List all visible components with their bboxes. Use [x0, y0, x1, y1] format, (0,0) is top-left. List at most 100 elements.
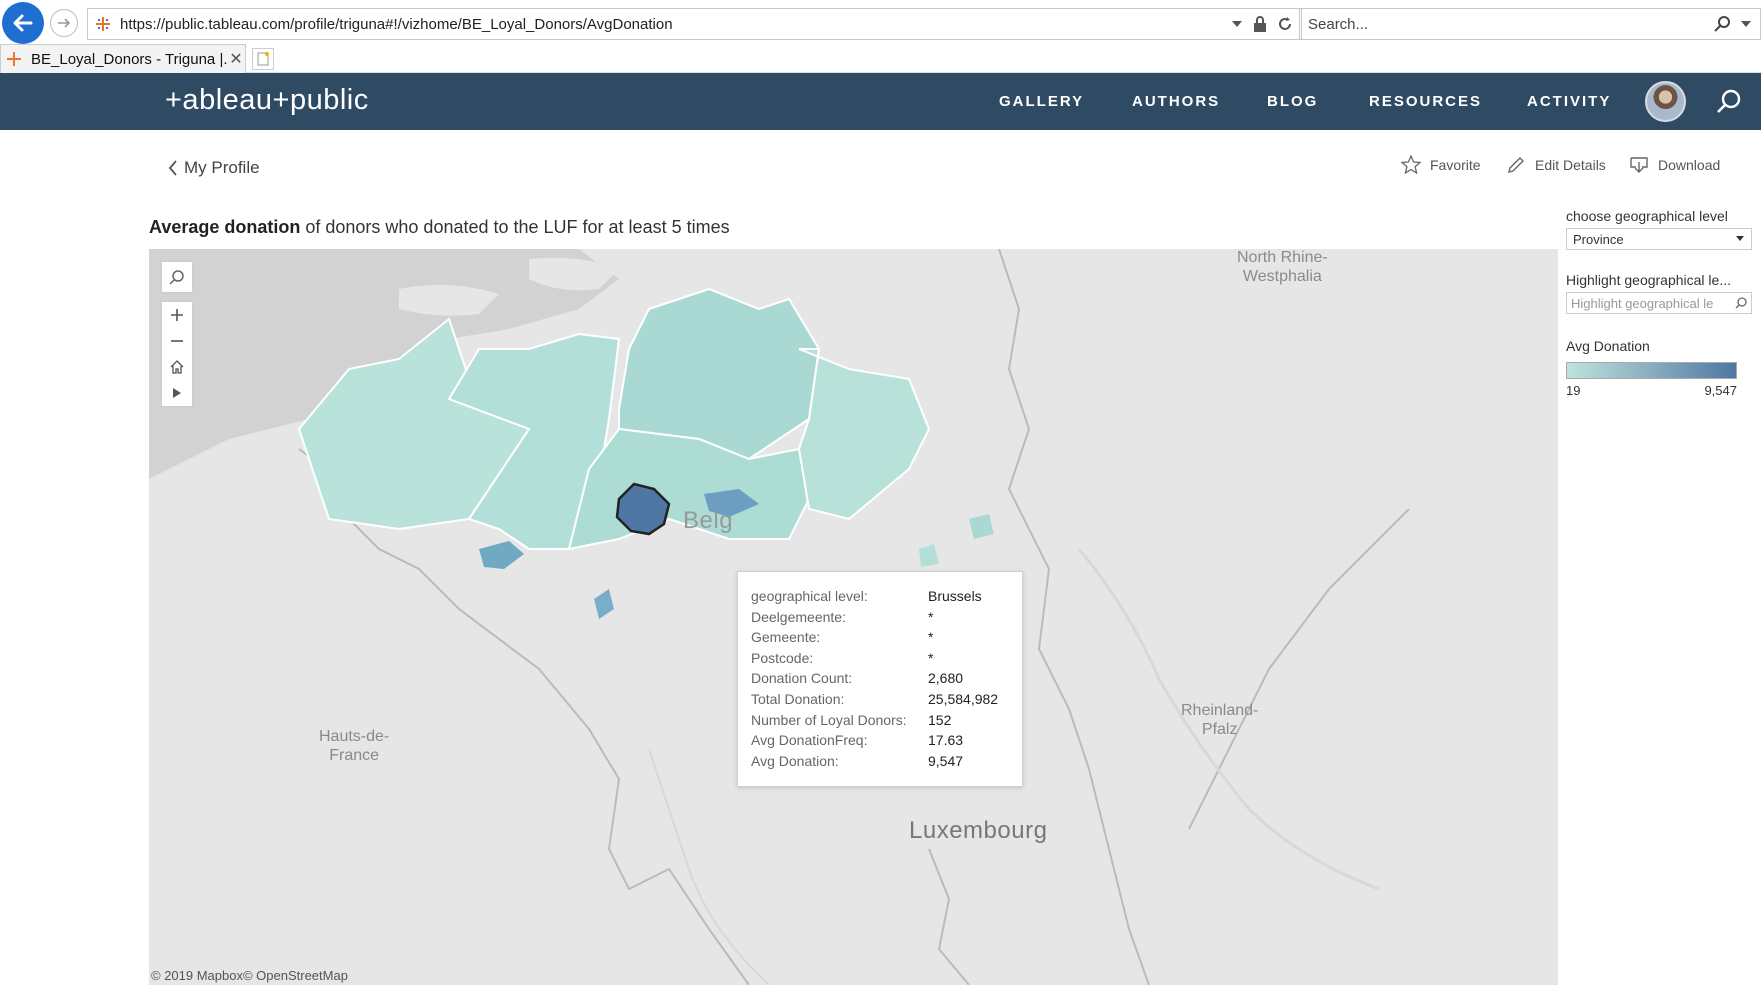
tableau-header: +ableau+public GALLERY AUTHORS BLOG RESO…: [0, 73, 1761, 130]
nav-authors[interactable]: AUTHORS: [1132, 73, 1220, 130]
pencil-icon: [1508, 157, 1524, 173]
map-search-button[interactable]: [161, 261, 193, 293]
chevron-down-icon: [1736, 236, 1744, 241]
zoom-out-button[interactable]: [162, 328, 192, 354]
chevron-left-icon: [168, 160, 177, 176]
search-icon[interactable]: [1715, 88, 1743, 116]
tableau-public-logo[interactable]: +ableau+public: [165, 84, 369, 117]
expand-toolbar-button[interactable]: [162, 380, 192, 406]
browser-tab[interactable]: BE_Loyal_Donors - Triguna |... ✕: [0, 44, 246, 73]
choropleth-map[interactable]: North Rhine- Westphalia Hauts-de- France R…: [149, 249, 1558, 985]
lock-icon[interactable]: [1253, 16, 1267, 32]
map-label-nrw: North Rhine- Westphalia: [1237, 249, 1328, 285]
tooltip-value: 9,547: [928, 752, 964, 769]
tooltip-value: 152: [928, 711, 952, 728]
tooltip-key: geographical level:: [751, 588, 868, 604]
tab-strip: BE_Loyal_Donors - Triguna |... ✕: [0, 44, 1761, 73]
avatar[interactable]: [1645, 81, 1686, 122]
back-button[interactable]: [2, 2, 44, 44]
tooltip-row: Number of Loyal Donors: 152: [751, 710, 1022, 731]
geo-level-dropdown[interactable]: Province: [1566, 228, 1752, 250]
tooltip-row: Gemeente: *: [751, 627, 1022, 648]
tooltip-value: 2,680: [928, 670, 964, 687]
highlight-label: Highlight geographical le...: [1566, 272, 1731, 288]
tooltip-value: *: [928, 608, 934, 625]
dropdown-arrow-icon[interactable]: [1231, 19, 1243, 29]
legend-min: 19: [1566, 383, 1581, 398]
download-label: Download: [1658, 157, 1721, 173]
address-bar[interactable]: https://public.tableau.com/profile/trigu…: [87, 8, 1302, 40]
nav-gallery[interactable]: GALLERY: [999, 73, 1084, 130]
tooltip-value: *: [928, 649, 934, 666]
minus-icon: [171, 340, 183, 342]
nav-activity[interactable]: ACTIVITY: [1527, 73, 1611, 130]
tooltip-key: Donation Count:: [751, 670, 853, 687]
tableau-favicon-icon: [96, 17, 110, 31]
zoom-in-button[interactable]: [162, 302, 192, 328]
tab-title: BE_Loyal_Donors - Triguna |...: [31, 50, 227, 68]
dropdown-arrow-icon[interactable]: [1740, 19, 1752, 29]
home-icon: [170, 360, 184, 374]
map-label-luxembourg: Luxembourg: [909, 817, 1048, 844]
play-icon: [173, 388, 181, 398]
filter-panel: choose geographical level Province Highl…: [1566, 208, 1752, 398]
geo-level-label: choose geographical level: [1566, 208, 1728, 224]
map-zoom-controls: [161, 301, 193, 407]
map-label-rheinland-pfalz: Rheinland- Pfalz: [1181, 702, 1259, 738]
viz-title: Average donation of donors who donated t…: [149, 217, 730, 238]
new-tab-icon: [257, 52, 269, 66]
refresh-icon[interactable]: [1277, 16, 1293, 32]
tooltip-value: *: [928, 629, 934, 646]
tooltip-row: Donation Count: 2,680: [751, 668, 1022, 689]
tooltip-value: Brussels: [928, 588, 982, 604]
tooltip-row: geographical level: Brussels: [751, 586, 1022, 607]
close-tab-icon[interactable]: ✕: [227, 49, 245, 69]
search-icon[interactable]: [1714, 15, 1732, 33]
url-text[interactable]: https://public.tableau.com/profile/trigu…: [120, 16, 1231, 33]
nav-blog[interactable]: BLOG: [1267, 73, 1318, 130]
my-profile-link[interactable]: My Profile: [168, 158, 260, 178]
viz-title-bold: Average donation: [149, 217, 301, 237]
map-attribution[interactable]: © 2019 Mapbox© OpenStreetMap: [151, 968, 348, 983]
plus-icon: [171, 309, 183, 321]
viz-title-rest: of donors who donated to the LUF for at …: [300, 217, 730, 237]
tooltip-value: 25,584,982: [928, 690, 999, 707]
legend-range: 19 9,547: [1566, 383, 1737, 398]
new-tab-button[interactable]: [252, 48, 274, 70]
forward-button[interactable]: [50, 9, 78, 37]
tooltip-key: Deelgemeente:: [751, 608, 846, 625]
tooltip-key: Postcode:: [751, 649, 814, 666]
tableau-favicon-icon: [7, 52, 21, 66]
map-label-hauts-de-france: Hauts-de- France: [319, 728, 390, 764]
map-tooltip: geographical level: Brussels Deelgemeente:…: [737, 571, 1023, 787]
tooltip-row: Total Donation: 25,584,982: [751, 689, 1022, 710]
legend-title: Avg Donation: [1566, 338, 1650, 354]
download-icon: [1630, 157, 1648, 173]
tooltip-key: Number of Loyal Donors:: [751, 711, 907, 728]
tooltip-key: Avg DonationFreq:: [751, 732, 868, 749]
download-button[interactable]: Download: [1629, 155, 1720, 175]
tooltip-key: Gemeente:: [751, 629, 821, 646]
nav-resources[interactable]: RESOURCES: [1369, 73, 1482, 130]
browser-search-field[interactable]: Search...: [1299, 8, 1761, 40]
tooltip-key: Total Donation:: [751, 690, 845, 707]
geo-level-value: Province: [1573, 231, 1624, 247]
legend-max: 9,547: [1704, 383, 1737, 398]
highlight-search-input[interactable]: Highlight geographical le: [1566, 292, 1752, 314]
favorite-button[interactable]: Favorite: [1401, 155, 1481, 174]
edit-details-button[interactable]: Edit Details: [1506, 155, 1606, 175]
search-icon: [1735, 297, 1747, 309]
map-toolbar: [161, 261, 193, 407]
map-label-belgium: Belg: [683, 507, 734, 534]
highlight-placeholder: Highlight geographical le: [1571, 295, 1714, 311]
reset-map-button[interactable]: [162, 354, 192, 380]
browser-toolbar: https://public.tableau.com/profile/trigu…: [0, 0, 1761, 44]
tooltip-key: Avg Donation:: [751, 752, 839, 769]
color-legend-bar: [1566, 362, 1737, 379]
tooltip-row: Avg DonationFreq: 17.63: [751, 730, 1022, 751]
search-icon: [169, 270, 184, 285]
tooltip-row: Avg Donation: 9,547: [751, 751, 1022, 772]
browser-search-placeholder: Search...: [1308, 15, 1369, 33]
my-profile-label: My Profile: [184, 158, 260, 177]
tooltip-row: Postcode: *: [751, 648, 1022, 669]
